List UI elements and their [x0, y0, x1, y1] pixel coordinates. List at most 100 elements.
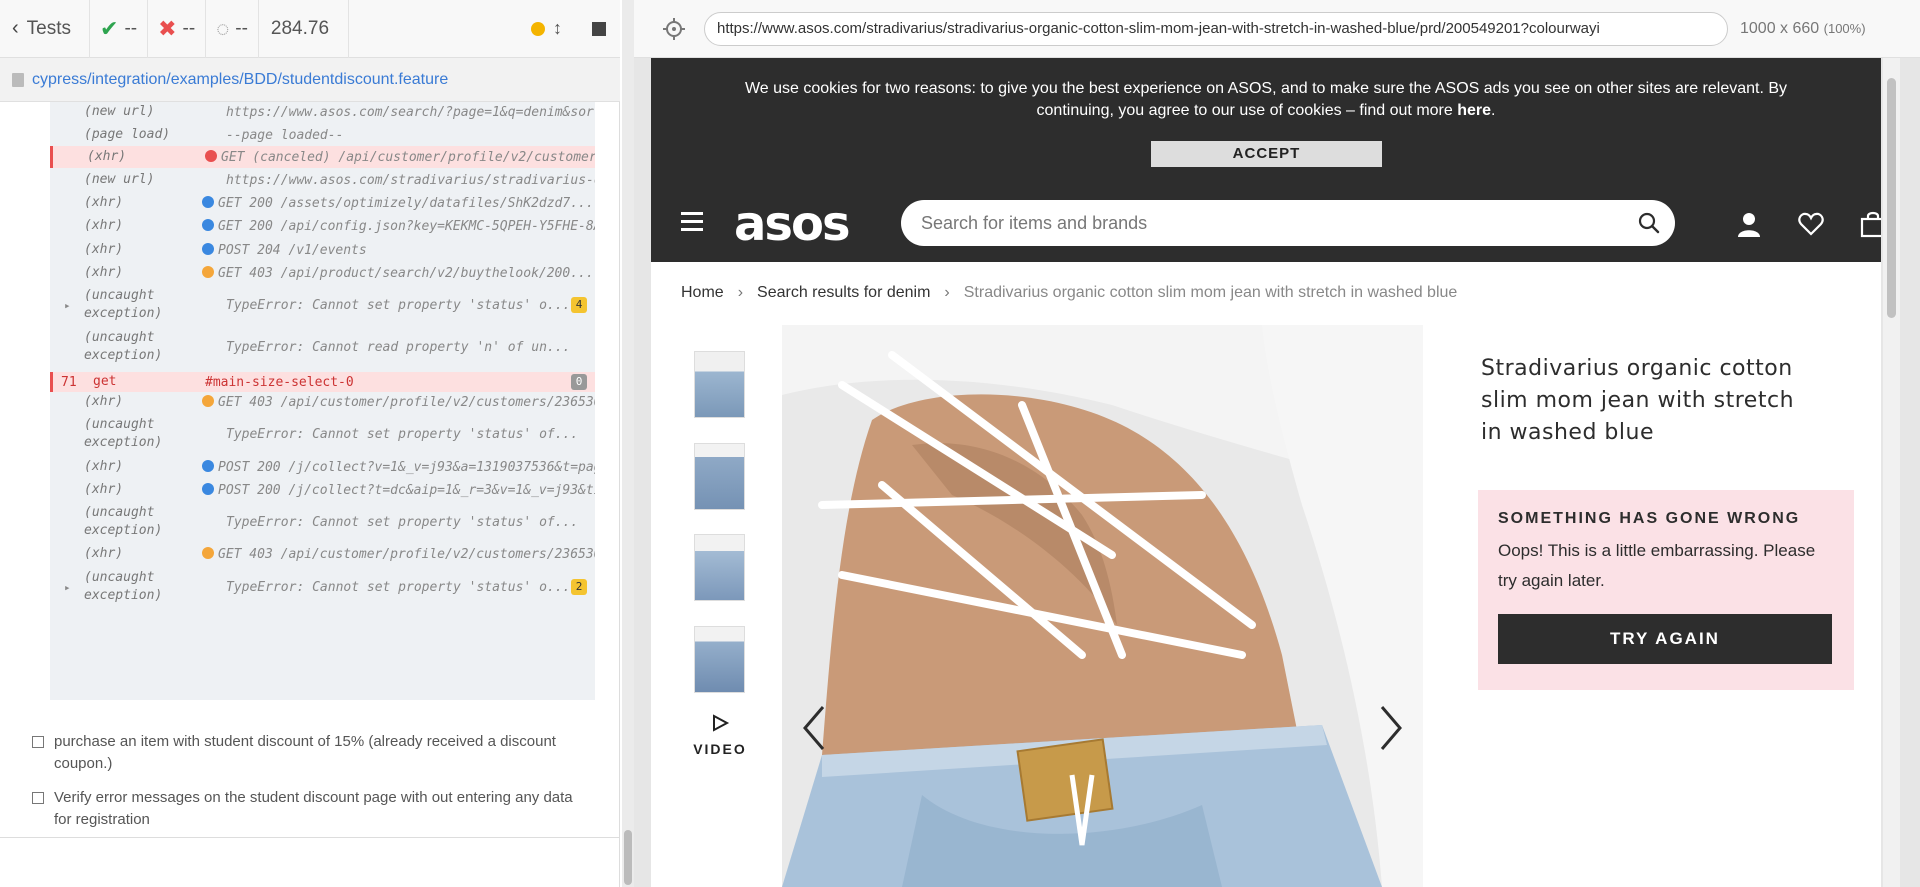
command-message-text: POST 200 /j/collect?t=dc&aip=1&_r=3&v=1&…: [218, 482, 595, 498]
command-row[interactable]: (xhr) GET 403 /api/customer/profile/v2/cu…: [50, 392, 595, 412]
command-row[interactable]: ▸ (uncaught exception) TypeError: Cannot s…: [50, 567, 595, 607]
error-message: Oops! This is a little embarrassing. Ple…: [1498, 541, 1816, 590]
cookie-link[interactable]: here: [1457, 102, 1491, 119]
search-input[interactable]: Search for items and brands: [901, 200, 1675, 246]
orange-status-dot-icon: [202, 546, 214, 559]
command-row[interactable]: (uncaught exception) TypeError: Cannot se…: [50, 502, 595, 542]
pending-value: --: [235, 17, 248, 39]
command-name: (page load): [84, 127, 171, 142]
orange-status-dot-icon: [202, 394, 214, 407]
stop-button[interactable]: [592, 21, 606, 36]
try-again-button[interactable]: TRY AGAIN: [1498, 614, 1832, 664]
breadcrumb-home[interactable]: Home: [681, 284, 724, 302]
product-thumbnail[interactable]: [694, 534, 745, 601]
product-main-image[interactable]: [782, 325, 1423, 887]
command-name: (uncaught exception): [84, 505, 163, 538]
blue-status-dot-icon: [202, 218, 214, 231]
command-row[interactable]: (xhr) GET 200 /api/config.json?key=KEKMC-…: [50, 215, 595, 237]
command-message: TypeError: Cannot read property 'n' of u…: [202, 340, 595, 355]
spec-path[interactable]: cypress/integration/examples/BDD/student…: [0, 58, 620, 102]
auto-scroll-icon[interactable]: [531, 21, 545, 36]
command-name: (xhr): [84, 242, 124, 257]
next-image-arrow-icon[interactable]: [1376, 703, 1406, 753]
command-message: TypeError: Cannot set property 'status' …: [202, 515, 595, 530]
product-thumbnail[interactable]: [694, 443, 745, 510]
passed-count: ✔ --: [90, 0, 149, 58]
command-row[interactable]: (new url) https://www.asos.com/search/?pa…: [50, 102, 595, 122]
viewport-zoom: (100%): [1823, 20, 1866, 36]
reporter-scrollbar[interactable]: [622, 0, 634, 887]
pending-circle-icon: ◌: [216, 15, 230, 41]
command-message-text: TypeError: Cannot set property 'status' …: [226, 514, 579, 530]
cookie-text: We use cookies for two reasons: to give …: [744, 80, 1788, 119]
selector-playground-button[interactable]: [654, 9, 694, 49]
video-button[interactable]: VIDEO: [684, 713, 756, 757]
test-item[interactable]: Verify error messages on the student dis…: [32, 787, 592, 831]
command-message-text: GET 200 /assets/optimizely/datafiles/ShK…: [218, 195, 594, 211]
expand-caret-icon[interactable]: ▸: [64, 581, 71, 594]
accept-cookies-button[interactable]: ACCEPT: [1151, 141, 1382, 167]
command-message: GET 403 /api/product/search/v2/buytheloo…: [202, 265, 595, 281]
file-icon: [12, 72, 24, 87]
account-icon[interactable]: [1735, 210, 1763, 238]
command-message-text: #main-size-select-0: [205, 374, 354, 390]
command-name: (xhr): [84, 482, 124, 497]
command-message-text: POST 200 /j/collect?v=1&_v=j93&a=1319037…: [218, 459, 595, 475]
product-thumbnail[interactable]: [694, 351, 745, 418]
command-row[interactable]: (xhr) POST 204 /v1/events: [50, 239, 595, 261]
command-row[interactable]: (xhr) GET (canceled) /api/customer/profil…: [50, 146, 595, 168]
divider: [0, 837, 620, 838]
resize-arrows-icon[interactable]: ↕: [553, 18, 562, 39]
command-message: TypeError: Cannot set property 'status' …: [202, 580, 595, 595]
breadcrumb-current: Stradivarius organic cotton slim mom jea…: [963, 284, 1458, 301]
command-message: GET 403 /api/customer/profile/v2/custome…: [202, 546, 595, 562]
tests-button[interactable]: ‹ Tests: [0, 0, 90, 58]
heart-icon[interactable]: [1797, 210, 1825, 238]
pending-count: ◌ --: [206, 0, 259, 58]
command-row[interactable]: (xhr) GET 403 /api/customer/profile/v2/cu…: [50, 544, 595, 564]
search-placeholder: Search for items and brands: [921, 212, 1148, 233]
breadcrumb-separator: ›: [737, 284, 744, 301]
command-row[interactable]: (xhr) GET 200 /assets/optimizely/datafile…: [50, 192, 595, 214]
command-row[interactable]: (new url) https://www.asos.com/stradivari…: [50, 169, 595, 191]
command-row[interactable]: (uncaught exception) TypeError: Cannot re…: [50, 327, 595, 367]
previous-image-arrow-icon[interactable]: [799, 703, 829, 753]
viewport-size: 1000 x 660: [1740, 19, 1820, 37]
red-status-dot-icon: [205, 149, 217, 162]
command-row[interactable]: 71 get #main-size-select-0 0: [50, 372, 595, 392]
command-name: (uncaught exception): [84, 288, 163, 321]
blue-status-dot-icon: [202, 482, 214, 495]
command-row[interactable]: (xhr) GET 403 /api/product/search/v2/buyt…: [50, 262, 595, 284]
search-icon[interactable]: [1637, 211, 1661, 235]
command-row[interactable]: (page load) --page loaded--: [50, 125, 595, 145]
command-message-text: TypeError: Cannot set property 'status' …: [226, 426, 579, 442]
command-message-text: TypeError: Cannot set property 'status' …: [226, 579, 571, 595]
command-row[interactable]: ▸ (uncaught exception) TypeError: Cannot s…: [50, 285, 595, 325]
scrollbar-thumb[interactable]: [624, 830, 632, 885]
asos-logo[interactable]: asos: [734, 196, 851, 252]
command-name: (xhr): [84, 546, 124, 561]
command-row[interactable]: (xhr) POST 200 /j/collect?v=1&_v=j93&a=13…: [50, 457, 595, 477]
url-bar[interactable]: https://www.asos.com/stradivarius/stradi…: [704, 11, 1728, 46]
command-row[interactable]: (xhr) POST 200 /j/collect?t=dc&aip=1&_r=3…: [50, 480, 595, 500]
command-message: GET 200 /api/config.json?key=KEKMC-5QPEH…: [202, 218, 595, 234]
count-badge: 0: [571, 374, 587, 390]
product-thumbnail[interactable]: [694, 626, 745, 693]
command-message-text: GET 403 /api/customer/profile/v2/custome…: [218, 394, 595, 410]
command-name: (new url): [84, 172, 155, 187]
cross-icon: ✖: [158, 15, 177, 41]
test-item[interactable]: purchase an item with student discount o…: [32, 731, 592, 775]
command-message: GET 403 /api/customer/profile/v2/custome…: [202, 394, 595, 410]
breadcrumb-separator: ›: [944, 284, 950, 301]
passed-value: --: [124, 17, 138, 39]
scrollbar-thumb[interactable]: [1887, 78, 1896, 318]
breadcrumb-search-results[interactable]: Search results for denim: [757, 284, 930, 302]
count-badge: 4: [571, 297, 587, 313]
expand-caret-icon[interactable]: ▸: [64, 299, 71, 312]
failed-count: ✖ --: [148, 0, 207, 58]
bag-icon[interactable]: [1859, 210, 1881, 238]
hamburger-menu-icon[interactable]: [681, 212, 703, 232]
aut-scrollbar[interactable]: [1883, 58, 1900, 887]
command-number: 71: [61, 374, 77, 390]
command-row[interactable]: (uncaught exception) TypeError: Cannot se…: [50, 414, 595, 454]
